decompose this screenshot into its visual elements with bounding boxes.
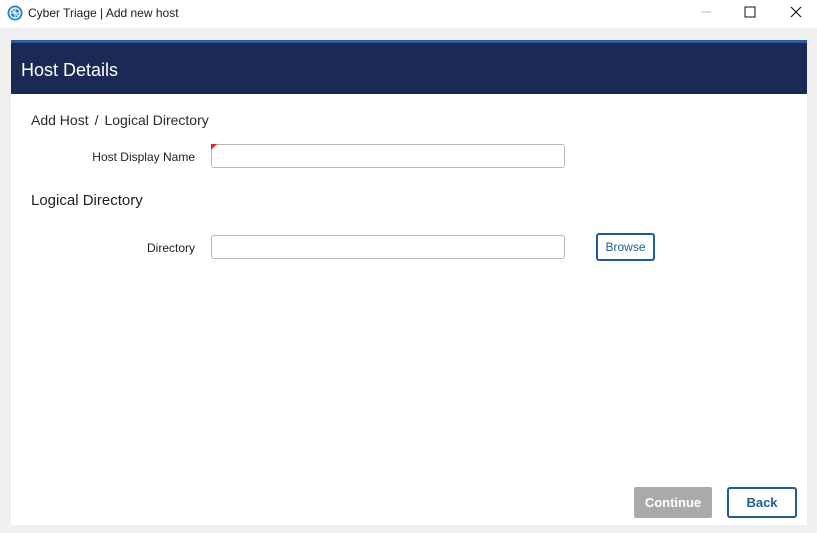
title-bar: Cyber Triage | Add new host [0, 0, 817, 28]
directory-label: Directory [146, 241, 195, 255]
breadcrumb-item-logical-directory: Logical Directory [104, 112, 209, 128]
host-display-name-label: Host Display Name [92, 150, 195, 164]
breadcrumb-item-add-host: Add Host [31, 112, 89, 128]
cyber-triage-logo-icon [7, 5, 23, 21]
maximize-button[interactable] [727, 0, 773, 28]
required-field-marker [211, 144, 217, 150]
host-display-name-input[interactable] [211, 144, 565, 168]
breadcrumb: Add Host / Logical Directory [31, 112, 209, 128]
minimize-button[interactable] [683, 0, 729, 28]
window-title: Cyber Triage | Add new host [28, 6, 179, 20]
close-icon [790, 5, 802, 23]
main-panel: Host Details Add Host / Logical Directory … [11, 40, 807, 525]
continue-button[interactable]: Continue [634, 487, 712, 518]
close-button[interactable] [773, 0, 817, 28]
section-title-logical-directory: Logical Directory [31, 192, 143, 209]
page-title: Host Details [21, 60, 119, 80]
directory-input[interactable] [211, 235, 565, 259]
maximize-icon [744, 5, 756, 23]
header-bar: Host Details [11, 40, 807, 94]
browse-button[interactable]: Browse [596, 233, 655, 261]
minimize-icon [700, 5, 712, 23]
breadcrumb-separator: / [94, 112, 99, 128]
back-button[interactable]: Back [727, 487, 797, 518]
